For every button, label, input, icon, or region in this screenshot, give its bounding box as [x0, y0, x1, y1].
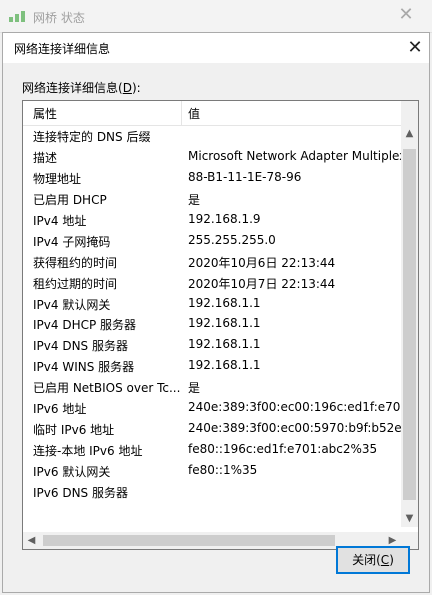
- value-cell: Microsoft Network Adapter Multiplex: [188, 148, 401, 163]
- background-titlebar: 网桥 状态 ✕: [0, 0, 432, 33]
- details-list-label: 网络连接详细信息(D):: [22, 81, 141, 95]
- dialog-titlebar: 网络连接详细信息 ✕: [3, 33, 429, 63]
- scroll-up-arrow-icon[interactable]: ▲: [401, 125, 418, 142]
- list-item[interactable]: 获得租约的时间 2020年10月6日 22:13:44: [23, 251, 401, 272]
- scroll-left-arrow-icon[interactable]: ◀: [23, 532, 40, 549]
- list-header: 属性 值: [23, 101, 401, 126]
- property-cell: 临时 IPv6 地址: [33, 423, 115, 438]
- list-item[interactable]: IPv4 子网掩码 255.255.255.0: [23, 230, 401, 251]
- list-item[interactable]: 已启用 NetBIOS over Tc... 是: [23, 376, 401, 397]
- column-header-property[interactable]: 属性: [33, 105, 57, 122]
- value-cell: 192.168.1.1: [188, 295, 261, 310]
- vertical-scroll-thumb[interactable]: [403, 149, 416, 500]
- close-icon[interactable]: ✕: [403, 36, 427, 60]
- value-cell: 是: [188, 381, 201, 396]
- property-cell: IPv6 默认网关: [33, 465, 111, 479]
- property-cell: 描述: [33, 150, 58, 165]
- property-cell: IPv4 默认网关: [33, 297, 111, 312]
- property-cell: IPv4 地址: [33, 213, 87, 228]
- dialog-title: 网络连接详细信息: [14, 42, 111, 56]
- value-cell: 2020年10月7日 22:13:44: [188, 276, 336, 291]
- list-item[interactable]: 租约过期的时间 2020年10月7日 22:13:44: [23, 272, 401, 293]
- value-cell: 255.255.255.0: [188, 232, 276, 247]
- list-item[interactable]: IPv4 WINS 服务器 192.168.1.1: [23, 355, 401, 376]
- property-cell: 连接特定的 DNS 后缀: [33, 130, 151, 144]
- list-item[interactable]: 连接-本地 IPv6 地址 fe80::196c:ed1f:e701:abc2%3…: [23, 439, 401, 460]
- scroll-down-arrow-icon[interactable]: ▼: [401, 510, 418, 527]
- list-item[interactable]: IPv4 地址 192.168.1.9: [23, 209, 401, 230]
- background-window-title: 网桥 状态: [33, 11, 85, 25]
- column-header-value[interactable]: 值: [188, 105, 200, 122]
- property-cell: IPv4 DNS 服务器: [33, 339, 128, 354]
- property-cell: IPv4 WINS 服务器: [33, 360, 135, 375]
- list-item[interactable]: IPv4 DHCP 服务器 192.168.1.1: [23, 313, 401, 334]
- close-button[interactable]: 关闭(C): [336, 546, 410, 574]
- list-item[interactable]: 连接特定的 DNS 后缀: [23, 125, 401, 146]
- property-cell: IPv6 地址: [33, 402, 87, 417]
- list-rows: 连接特定的 DNS 后缀 描述 Microsoft Network Adapter…: [23, 125, 401, 502]
- list-item[interactable]: IPv4 DNS 服务器 192.168.1.1: [23, 334, 401, 355]
- property-cell: 获得租约的时间: [33, 255, 118, 270]
- property-cell: 物理地址: [33, 171, 82, 186]
- network-details-dialog: 网络连接详细信息 ✕ 网络连接详细信息(D): 属性 值 连接特定的 DNS 后…: [2, 32, 430, 593]
- list-item[interactable]: IPv6 默认网关 fe80::1%35: [23, 460, 401, 481]
- property-cell: 连接-本地 IPv6 地址: [33, 444, 143, 459]
- property-cell: 租约过期的时间: [33, 276, 118, 291]
- list-item[interactable]: 已启用 DHCP 是: [23, 188, 401, 209]
- value-cell: fe80::196c:ed1f:e701:abc2%35: [188, 442, 378, 457]
- list-item[interactable]: IPv4 默认网关 192.168.1.1: [23, 293, 401, 314]
- property-cell: IPv6 DNS 服务器: [33, 485, 128, 500]
- horizontal-scroll-thumb[interactable]: [43, 535, 335, 546]
- property-cell: 已启用 NetBIOS over Tc...: [33, 381, 181, 396]
- list-item[interactable]: IPv6 地址 240e:389:3f00:ec00:196c:ed1f:e701…: [23, 397, 401, 418]
- property-cell: 已启用 DHCP: [33, 192, 107, 207]
- value-cell: 是: [188, 192, 201, 207]
- list-item[interactable]: IPv6 DNS 服务器: [23, 481, 401, 502]
- value-cell: 240e:389:3f00:ec00:196c:ed1f:e701:ab: [188, 400, 401, 415]
- value-cell: 192.168.1.1: [188, 337, 261, 352]
- value-cell: 2020年10月6日 22:13:44: [188, 255, 336, 270]
- list-item[interactable]: 描述 Microsoft Network Adapter Multiplex: [23, 146, 401, 167]
- list-item[interactable]: 物理地址 88-B1-11-1E-78-96: [23, 167, 401, 188]
- value-cell: fe80::1%35: [188, 463, 258, 477]
- value-cell: 192.168.1.1: [188, 316, 261, 331]
- column-divider[interactable]: [181, 101, 182, 125]
- close-icon[interactable]: ✕: [396, 5, 416, 25]
- value-cell: 88-B1-11-1E-78-96: [188, 169, 302, 184]
- vertical-scrollbar[interactable]: ▲ ▼: [401, 101, 418, 527]
- property-cell: IPv4 子网掩码: [33, 234, 111, 249]
- value-cell: 192.168.1.1: [188, 358, 261, 373]
- network-adapter-icon: [9, 11, 25, 22]
- list-item[interactable]: 临时 IPv6 地址 240e:389:3f00:ec00:5970:b9f:b5…: [23, 418, 401, 439]
- value-cell: 240e:389:3f00:ec00:5970:b9f:b52e:66: [188, 421, 401, 436]
- value-cell: 192.168.1.9: [188, 211, 261, 226]
- details-list[interactable]: 属性 值 连接特定的 DNS 后缀 描述 Microsoft Network Ad…: [22, 100, 419, 550]
- property-cell: IPv4 DHCP 服务器: [33, 318, 137, 333]
